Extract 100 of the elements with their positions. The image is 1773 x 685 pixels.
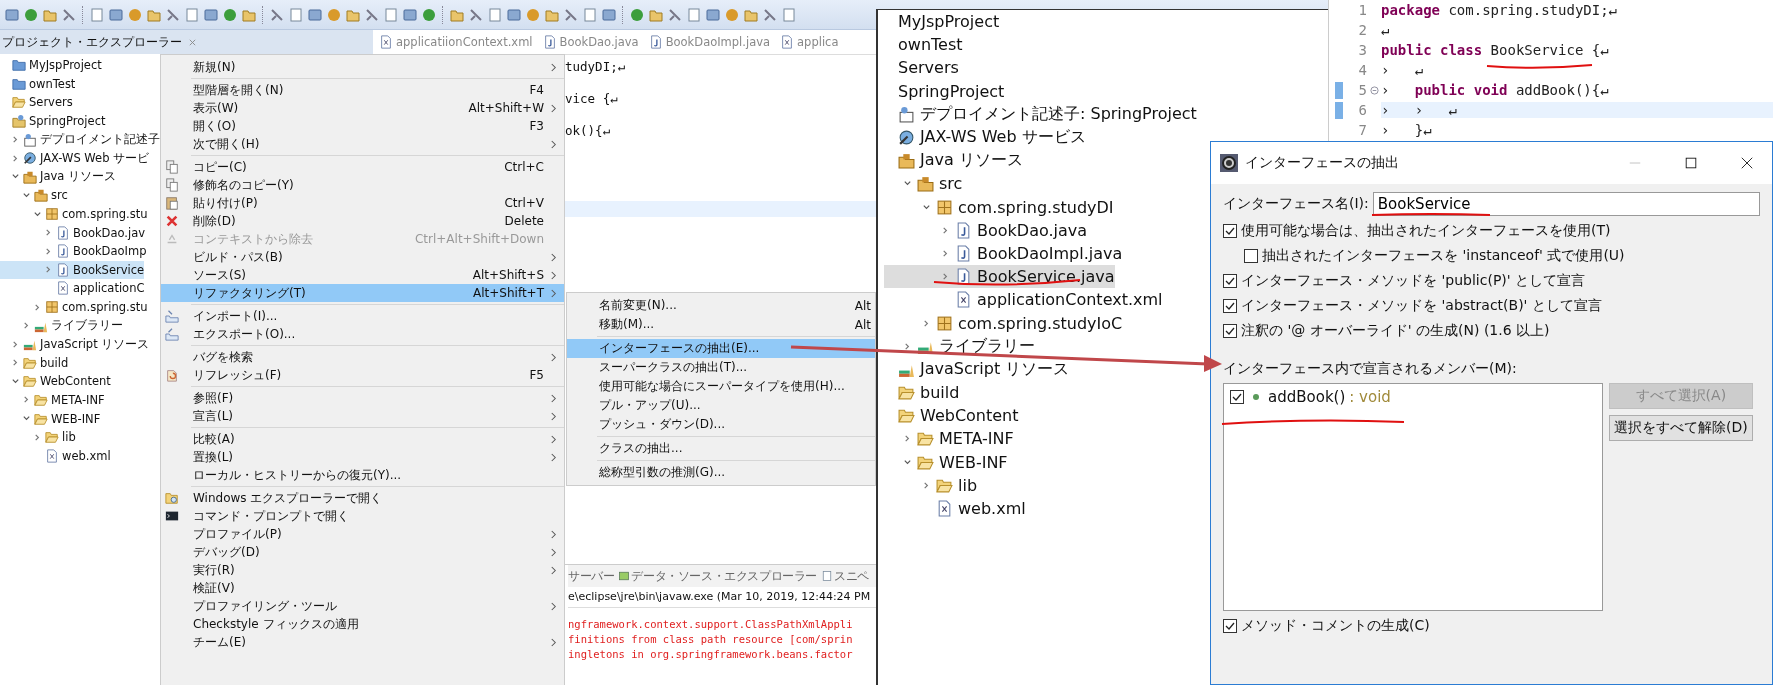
tree-item[interactable]: Servers (0, 93, 73, 112)
menu-item[interactable]: コピー(C) Ctrl+C (161, 158, 564, 176)
chevron-right-icon[interactable] (11, 358, 20, 368)
toolbar-icon[interactable] (705, 6, 721, 23)
tree-item[interactable]: applicationC (0, 279, 145, 298)
toolbar-icon[interactable] (724, 6, 740, 23)
tree-item[interactable]: web.xml (884, 496, 1026, 521)
tree-item[interactable]: BookDaoImpl.java (884, 241, 1123, 266)
chevron-right-icon[interactable] (903, 341, 912, 351)
toolbar-icon[interactable] (269, 6, 285, 23)
interface-name-field[interactable]: BookService (1372, 192, 1760, 216)
tree-item[interactable]: BookService.java (884, 265, 1115, 289)
menu-item[interactable]: ビルド・パス(B) (161, 248, 564, 266)
tree-item[interactable]: lib (884, 473, 978, 497)
tree-item[interactable]: WebContent (0, 372, 111, 391)
chevron-right-icon[interactable] (11, 153, 20, 163)
menu-item[interactable]: エクスポート(O)... (161, 325, 564, 343)
toolbar-icon[interactable] (402, 6, 418, 23)
tree-item[interactable]: MyJspProject (0, 56, 102, 75)
menu-item[interactable]: ローカル・ヒストリーからの復元(Y)... (161, 466, 564, 484)
checkbox[interactable] (1223, 619, 1237, 633)
toolbar-icon[interactable] (4, 6, 20, 23)
checkbox-option[interactable]: 注釈の '@ オーバーライド' の生成(N) (1.6 以上) (1223, 321, 1760, 341)
tree-item[interactable]: JavaScript リソース (884, 357, 1070, 381)
checkbox[interactable] (1230, 390, 1244, 404)
tree-item[interactable]: WEB-INF (884, 450, 1008, 474)
toolbar-icon[interactable] (127, 6, 143, 23)
tree-item[interactable]: Java リソース (884, 149, 1023, 173)
chevron-right-icon[interactable] (44, 265, 53, 275)
menu-item[interactable]: プル・アップ(U)... (567, 396, 875, 415)
tree-item[interactable]: SpringProject (0, 111, 106, 131)
checkbox[interactable] (1223, 224, 1237, 238)
maximize-icon[interactable] (1684, 156, 1698, 170)
chevron-right-icon[interactable] (903, 434, 912, 444)
tree-item[interactable]: com.spring.studyDI (884, 195, 1114, 219)
toolbar-icon[interactable] (184, 6, 200, 23)
menu-item[interactable]: プロファイリング・ツール (161, 597, 564, 615)
menu-item[interactable]: 置換(L) (161, 448, 564, 466)
chevron-down-icon[interactable] (903, 457, 912, 467)
toolbar-icon[interactable] (23, 6, 39, 23)
checkbox[interactable] (1223, 324, 1237, 338)
menu-item[interactable]: 総称型引数の推測(G)... (567, 463, 875, 482)
menu-item[interactable]: クラスの抽出... (567, 439, 875, 458)
menu-item[interactable]: 実行(R) (161, 561, 564, 579)
tree-item[interactable]: デプロイメント記述子 (0, 130, 160, 149)
checkbox[interactable] (1244, 249, 1258, 263)
toolbar-icon[interactable] (108, 6, 124, 23)
menu-item[interactable]: インターフェースの抽出(E)... (567, 339, 875, 358)
tree-item[interactable]: WebContent (884, 404, 1019, 428)
chevron-right-icon[interactable] (22, 395, 31, 405)
tree-item[interactable]: src (0, 186, 68, 205)
chevron-right-icon[interactable] (941, 248, 950, 258)
menu-item[interactable]: ソース(S) Alt+Shift+S (161, 266, 564, 284)
menu-item[interactable]: プッシュ・ダウン(D)... (567, 415, 875, 434)
menu-item[interactable]: 修飾名のコピー(Y) (161, 176, 564, 194)
view-tab[interactable]: スニペ (821, 567, 869, 585)
tree-item[interactable]: BookDao.java (884, 218, 1088, 242)
chevron-right-icon[interactable] (941, 272, 950, 282)
toolbar-icon[interactable] (222, 6, 238, 23)
toolbar-icon[interactable] (326, 6, 342, 23)
tree-item[interactable]: SpringProject (884, 79, 1005, 103)
toolbar-icon[interactable] (61, 6, 77, 23)
tree-item[interactable]: WEB-INF (0, 409, 101, 428)
toolbar-icon[interactable] (781, 6, 797, 23)
editor-tab[interactable]: BookDao.java (542, 35, 639, 49)
tree-item[interactable]: applicationContext.xml (884, 288, 1163, 312)
menu-item[interactable]: 型階層を開く(N) F4 (161, 81, 564, 99)
chevron-down-icon[interactable] (11, 376, 20, 386)
tree-item[interactable]: ownTest (884, 33, 963, 57)
tree-item[interactable]: BookDaoImp (0, 241, 147, 261)
toolbar-icon[interactable] (288, 6, 304, 23)
chevron-down-icon[interactable] (33, 209, 42, 219)
tree-item[interactable]: BookService (0, 260, 145, 280)
member-list[interactable]: addBook() : void (1223, 383, 1603, 611)
menu-item[interactable]: スーパークラスの抽出(T)... (567, 358, 875, 377)
tree-item[interactable]: META-INF (0, 390, 105, 410)
chevron-right-icon[interactable] (922, 318, 931, 328)
toolbar-icon[interactable] (525, 6, 541, 23)
menu-item[interactable]: デバッグ(D) (161, 543, 564, 561)
menu-item[interactable]: 移動(M)... Alt (567, 315, 875, 334)
chevron-down-icon[interactable] (922, 202, 931, 212)
tree-item[interactable]: com.spring.stu (0, 204, 148, 224)
view-tab[interactable]: サーバー (568, 567, 615, 585)
checkbox-option[interactable]: 抽出されたインターフェースを 'instanceof' 式で使用(U) (1223, 246, 1760, 266)
menu-item[interactable]: コマンド・プロンプトで開く (161, 507, 564, 525)
chevron-right-icon[interactable] (941, 225, 950, 235)
checkbox[interactable] (1223, 274, 1237, 288)
menu-item[interactable]: 参照(F) (161, 389, 564, 407)
checkbox-option[interactable]: メソッド・コメントの生成(C) (1223, 616, 1760, 636)
chevron-down-icon[interactable] (22, 190, 31, 200)
tree-item[interactable]: ライブラリー (0, 316, 123, 335)
tree-item[interactable]: JAX-WS Web サービス (884, 125, 1086, 150)
tree-item[interactable]: com.spring.studyIoC (884, 311, 1123, 335)
chevron-right-icon[interactable] (44, 228, 53, 238)
toolbar-icon[interactable] (563, 6, 579, 23)
toolbar-icon[interactable] (203, 6, 219, 23)
tree-item[interactable]: JavaScript リソース (0, 334, 150, 354)
toolbar-icon[interactable] (601, 6, 617, 23)
tree-item[interactable]: ownTest (0, 74, 76, 94)
chevron-right-icon[interactable] (11, 339, 20, 349)
